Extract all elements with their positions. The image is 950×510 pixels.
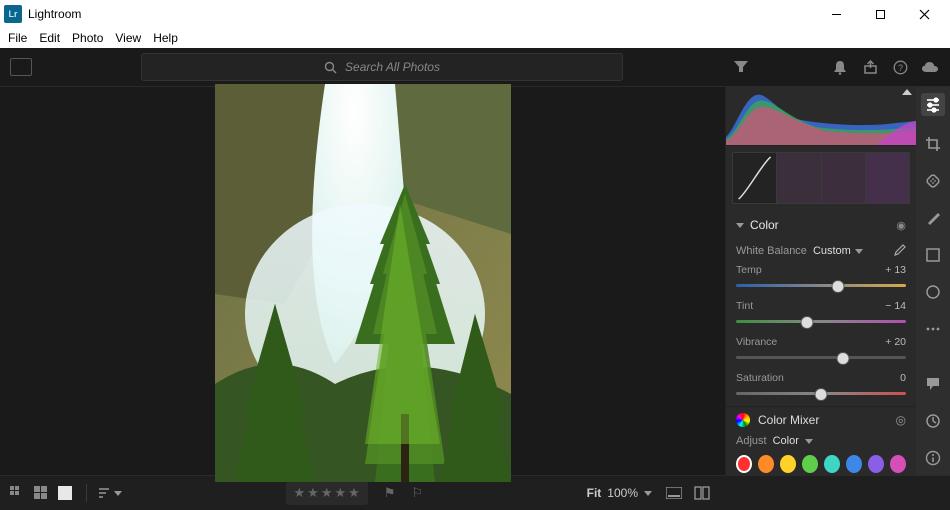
chevron-down-icon — [855, 249, 863, 254]
info-icon[interactable] — [923, 448, 943, 467]
search-icon — [324, 61, 337, 74]
star-4[interactable]: ★ — [334, 485, 346, 501]
color-mixer-label: Color Mixer — [758, 413, 819, 427]
app-logo: Lr — [4, 5, 22, 23]
search-placeholder: Search All Photos — [345, 60, 440, 74]
tint-slider[interactable]: Tint − 14 — [726, 298, 916, 334]
compare-view-icon[interactable] — [694, 486, 710, 500]
zoom-level[interactable]: 100% — [607, 486, 638, 500]
targeted-adjust-icon[interactable]: ◎ — [896, 413, 906, 427]
share-icon[interactable] — [860, 57, 880, 77]
window-title: Lightroom — [28, 7, 81, 21]
menu-file[interactable]: File — [8, 31, 27, 45]
menubar: File Edit Photo View Help — [0, 28, 950, 48]
swatch-yellow[interactable] — [780, 455, 796, 473]
home-icon[interactable] — [10, 58, 32, 76]
saturation-value: 0 — [900, 372, 906, 384]
svg-text:?: ? — [897, 63, 902, 73]
brush-icon[interactable] — [923, 208, 943, 227]
color-section-label: Color — [750, 218, 779, 232]
chevron-down-icon — [114, 491, 122, 496]
swatch-aqua[interactable] — [824, 455, 840, 473]
star-5[interactable]: ★ — [348, 485, 360, 501]
swatch-purple[interactable] — [868, 455, 884, 473]
star-3[interactable]: ★ — [321, 485, 333, 501]
app-topbar: Search All Photos ? — [0, 48, 950, 87]
color-section-header[interactable]: Color ◉ — [726, 210, 916, 240]
adjust-value: Color — [773, 435, 799, 447]
histogram-collapse-icon[interactable] — [902, 89, 912, 95]
tint-value: − 14 — [885, 300, 906, 312]
linear-gradient-icon[interactable] — [923, 245, 943, 264]
saturation-knob[interactable] — [815, 388, 828, 401]
vibrance-value: + 20 — [885, 336, 906, 348]
chevron-down-icon — [805, 439, 813, 444]
filmstrip-toggle-icon[interactable] — [666, 487, 682, 499]
white-balance-dropdown[interactable]: Custom — [813, 245, 863, 257]
swatch-magenta[interactable] — [890, 455, 906, 473]
menu-view[interactable]: View — [115, 31, 141, 45]
swatch-orange[interactable] — [758, 455, 774, 473]
comments-icon[interactable] — [923, 374, 943, 393]
help-icon[interactable]: ? — [890, 57, 910, 77]
adjust-dropdown[interactable]: Adjust Color — [726, 433, 916, 453]
color-wheel-icon — [736, 413, 750, 427]
search-input[interactable]: Search All Photos — [141, 53, 623, 81]
menu-edit[interactable]: Edit — [39, 31, 60, 45]
crop-icon[interactable] — [923, 134, 943, 153]
window-close-button[interactable] — [902, 0, 946, 28]
saturation-slider[interactable]: Saturation 0 — [726, 370, 916, 406]
grid-large-icon[interactable] — [34, 486, 52, 500]
menu-help[interactable]: Help — [153, 31, 178, 45]
star-2[interactable]: ★ — [307, 485, 319, 501]
vibrance-knob[interactable] — [837, 352, 850, 365]
temp-slider[interactable]: Temp + 13 — [726, 262, 916, 298]
window-maximize-button[interactable] — [858, 0, 902, 28]
chevron-down-icon[interactable] — [644, 491, 652, 496]
swatch-blue[interactable] — [846, 455, 862, 473]
notifications-icon[interactable] — [830, 57, 850, 77]
sort-icon[interactable] — [97, 487, 122, 499]
healing-icon[interactable] — [923, 171, 943, 190]
eyedropper-icon[interactable] — [892, 244, 906, 258]
tool-rail — [916, 87, 950, 475]
edited-photo — [215, 84, 511, 482]
chevron-down-icon — [736, 223, 744, 228]
white-balance-label: White Balance — [736, 245, 807, 257]
more-icon[interactable] — [923, 319, 943, 338]
histogram[interactable] — [726, 87, 916, 146]
swatch-green[interactable] — [802, 455, 818, 473]
saturation-label: Saturation — [736, 372, 784, 384]
rating-stars[interactable]: ★ ★ ★ ★ ★ — [286, 481, 368, 505]
activity-icon[interactable] — [923, 411, 943, 430]
swatch-red[interactable] — [736, 455, 752, 473]
adjust-label: Adjust — [736, 435, 767, 447]
fit-label[interactable]: Fit — [587, 486, 602, 500]
photo-canvas[interactable] — [0, 87, 725, 475]
tint-knob[interactable] — [801, 316, 814, 329]
grid-small-icon[interactable] — [10, 486, 28, 500]
flag-pick-icon[interactable]: ⚑ — [384, 485, 396, 501]
flag-reject-icon[interactable]: ⚐ — [411, 485, 423, 501]
temp-knob[interactable] — [832, 280, 845, 293]
white-balance-row: White Balance Custom — [726, 240, 916, 262]
tone-curve-thumbnails[interactable] — [732, 152, 910, 204]
window-titlebar: Lr Lightroom — [0, 0, 950, 28]
tint-label: Tint — [736, 300, 753, 312]
color-mixer-header[interactable]: Color Mixer ◎ — [726, 406, 916, 433]
cloud-sync-icon[interactable] — [920, 57, 940, 77]
radial-gradient-icon[interactable] — [923, 282, 943, 301]
single-view-icon[interactable] — [58, 486, 76, 500]
vibrance-slider[interactable]: Vibrance + 20 — [726, 334, 916, 370]
star-1[interactable]: ★ — [294, 485, 306, 501]
temp-value: + 13 — [885, 264, 906, 276]
temp-label: Temp — [736, 264, 762, 276]
window-minimize-button[interactable] — [814, 0, 858, 28]
vibrance-label: Vibrance — [736, 336, 777, 348]
visibility-icon[interactable]: ◉ — [896, 219, 906, 232]
edit-panel: Color ◉ White Balance Custom Temp + 13 Ti… — [725, 87, 916, 475]
edit-sliders-icon[interactable] — [921, 93, 945, 116]
filter-icon[interactable] — [732, 58, 750, 76]
menu-photo[interactable]: Photo — [72, 31, 103, 45]
